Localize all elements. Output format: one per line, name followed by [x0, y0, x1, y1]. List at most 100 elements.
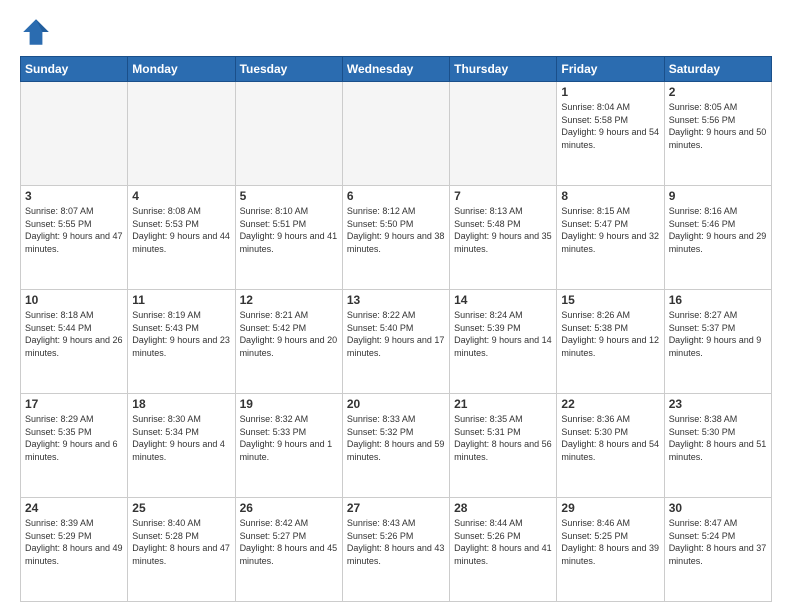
- day-cell: 28 Sunrise: 8:44 AM Sunset: 5:26 PM Dayli…: [450, 498, 557, 602]
- day-info: Sunrise: 8:39 AM Sunset: 5:29 PM Dayligh…: [25, 517, 123, 567]
- day-number: 16: [669, 293, 767, 307]
- day-number: 5: [240, 189, 338, 203]
- day-number: 26: [240, 501, 338, 515]
- day-cell: 16 Sunrise: 8:27 AM Sunset: 5:37 PM Dayli…: [664, 290, 771, 394]
- day-number: 28: [454, 501, 552, 515]
- day-cell: 2 Sunrise: 8:05 AM Sunset: 5:56 PM Daylig…: [664, 82, 771, 186]
- day-info: Sunrise: 8:36 AM Sunset: 5:30 PM Dayligh…: [561, 413, 659, 463]
- week-row-2: 10Sunrise: 8:18 AM Sunset: 5:44 PM Dayli…: [21, 290, 772, 394]
- day-cell: [235, 82, 342, 186]
- day-cell: [128, 82, 235, 186]
- day-number: 4: [132, 189, 230, 203]
- day-info: Sunrise: 8:42 AM Sunset: 5:27 PM Dayligh…: [240, 517, 338, 567]
- day-info: Sunrise: 8:46 AM Sunset: 5:25 PM Dayligh…: [561, 517, 659, 567]
- day-info: Sunrise: 8:24 AM Sunset: 5:39 PM Dayligh…: [454, 309, 552, 359]
- day-info: Sunrise: 8:16 AM Sunset: 5:46 PM Dayligh…: [669, 205, 767, 255]
- day-number: 23: [669, 397, 767, 411]
- day-info: Sunrise: 8:15 AM Sunset: 5:47 PM Dayligh…: [561, 205, 659, 255]
- day-info: Sunrise: 8:05 AM Sunset: 5:56 PM Dayligh…: [669, 101, 767, 151]
- day-info: Sunrise: 8:13 AM Sunset: 5:48 PM Dayligh…: [454, 205, 552, 255]
- day-number: 13: [347, 293, 445, 307]
- day-number: 14: [454, 293, 552, 307]
- day-number: 2: [669, 85, 767, 99]
- day-cell: 24 Sunrise: 8:39 AM Sunset: 5:29 PM Dayli…: [21, 498, 128, 602]
- day-number: 29: [561, 501, 659, 515]
- day-number: 30: [669, 501, 767, 515]
- weekday-header-monday: Monday: [128, 57, 235, 82]
- day-number: 25: [132, 501, 230, 515]
- day-number: 10: [25, 293, 123, 307]
- day-info: Sunrise: 8:35 AM Sunset: 5:31 PM Dayligh…: [454, 413, 552, 463]
- day-cell: 25 Sunrise: 8:40 AM Sunset: 5:28 PM Dayli…: [128, 498, 235, 602]
- day-number: 20: [347, 397, 445, 411]
- day-info: Sunrise: 8:21 AM Sunset: 5:42 PM Dayligh…: [240, 309, 338, 359]
- day-cell: 30Sunrise: 8:47 AM Sunset: 5:24 PM Dayli…: [664, 498, 771, 602]
- day-number: 27: [347, 501, 445, 515]
- day-cell: 13 Sunrise: 8:22 AM Sunset: 5:40 PM Dayli…: [342, 290, 449, 394]
- day-info: Sunrise: 8:22 AM Sunset: 5:40 PM Dayligh…: [347, 309, 445, 359]
- day-cell: [21, 82, 128, 186]
- day-number: 3: [25, 189, 123, 203]
- day-number: 15: [561, 293, 659, 307]
- day-info: Sunrise: 8:43 AM Sunset: 5:26 PM Dayligh…: [347, 517, 445, 567]
- day-cell: 18 Sunrise: 8:30 AM Sunset: 5:34 PM Dayli…: [128, 394, 235, 498]
- day-cell: 22 Sunrise: 8:36 AM Sunset: 5:30 PM Dayli…: [557, 394, 664, 498]
- day-info: Sunrise: 8:26 AM Sunset: 5:38 PM Dayligh…: [561, 309, 659, 359]
- weekday-header-thursday: Thursday: [450, 57, 557, 82]
- page: SundayMondayTuesdayWednesdayThursdayFrid…: [0, 0, 792, 612]
- day-number: 9: [669, 189, 767, 203]
- day-cell: 21 Sunrise: 8:35 AM Sunset: 5:31 PM Dayli…: [450, 394, 557, 498]
- day-number: 11: [132, 293, 230, 307]
- day-cell: 7 Sunrise: 8:13 AM Sunset: 5:48 PM Daylig…: [450, 186, 557, 290]
- day-number: 17: [25, 397, 123, 411]
- logo-icon: [20, 16, 52, 48]
- weekday-header-friday: Friday: [557, 57, 664, 82]
- day-number: 6: [347, 189, 445, 203]
- day-info: Sunrise: 8:12 AM Sunset: 5:50 PM Dayligh…: [347, 205, 445, 255]
- day-info: Sunrise: 8:04 AM Sunset: 5:58 PM Dayligh…: [561, 101, 659, 151]
- day-cell: [342, 82, 449, 186]
- day-info: Sunrise: 8:29 AM Sunset: 5:35 PM Dayligh…: [25, 413, 123, 463]
- weekday-header-sunday: Sunday: [21, 57, 128, 82]
- day-number: 24: [25, 501, 123, 515]
- week-row-3: 17 Sunrise: 8:29 AM Sunset: 5:35 PM Dayli…: [21, 394, 772, 498]
- day-cell: 15 Sunrise: 8:26 AM Sunset: 5:38 PM Dayli…: [557, 290, 664, 394]
- day-cell: 12Sunrise: 8:21 AM Sunset: 5:42 PM Dayli…: [235, 290, 342, 394]
- day-number: 18: [132, 397, 230, 411]
- day-cell: 26 Sunrise: 8:42 AM Sunset: 5:27 PM Dayli…: [235, 498, 342, 602]
- day-cell: 27 Sunrise: 8:43 AM Sunset: 5:26 PM Dayli…: [342, 498, 449, 602]
- day-info: Sunrise: 8:30 AM Sunset: 5:34 PM Dayligh…: [132, 413, 230, 463]
- day-number: 8: [561, 189, 659, 203]
- week-row-0: 1 Sunrise: 8:04 AM Sunset: 5:58 PM Daylig…: [21, 82, 772, 186]
- day-cell: 29 Sunrise: 8:46 AM Sunset: 5:25 PM Dayli…: [557, 498, 664, 602]
- calendar: SundayMondayTuesdayWednesdayThursdayFrid…: [20, 56, 772, 602]
- day-info: Sunrise: 8:19 AM Sunset: 5:43 PM Dayligh…: [132, 309, 230, 359]
- day-cell: 23Sunrise: 8:38 AM Sunset: 5:30 PM Dayli…: [664, 394, 771, 498]
- day-cell: 1 Sunrise: 8:04 AM Sunset: 5:58 PM Daylig…: [557, 82, 664, 186]
- day-cell: 14 Sunrise: 8:24 AM Sunset: 5:39 PM Dayli…: [450, 290, 557, 394]
- day-cell: 5 Sunrise: 8:10 AM Sunset: 5:51 PM Daylig…: [235, 186, 342, 290]
- day-cell: 20Sunrise: 8:33 AM Sunset: 5:32 PM Dayli…: [342, 394, 449, 498]
- day-info: Sunrise: 8:32 AM Sunset: 5:33 PM Dayligh…: [240, 413, 338, 463]
- weekday-header-tuesday: Tuesday: [235, 57, 342, 82]
- week-row-4: 24 Sunrise: 8:39 AM Sunset: 5:29 PM Dayli…: [21, 498, 772, 602]
- day-cell: 9 Sunrise: 8:16 AM Sunset: 5:46 PM Daylig…: [664, 186, 771, 290]
- day-info: Sunrise: 8:07 AM Sunset: 5:55 PM Dayligh…: [25, 205, 123, 255]
- day-cell: 4 Sunrise: 8:08 AM Sunset: 5:53 PM Daylig…: [128, 186, 235, 290]
- day-cell: 6 Sunrise: 8:12 AM Sunset: 5:50 PM Daylig…: [342, 186, 449, 290]
- day-info: Sunrise: 8:08 AM Sunset: 5:53 PM Dayligh…: [132, 205, 230, 255]
- day-number: 21: [454, 397, 552, 411]
- day-number: 19: [240, 397, 338, 411]
- day-cell: 10Sunrise: 8:18 AM Sunset: 5:44 PM Dayli…: [21, 290, 128, 394]
- day-number: 22: [561, 397, 659, 411]
- day-info: Sunrise: 8:10 AM Sunset: 5:51 PM Dayligh…: [240, 205, 338, 255]
- day-info: Sunrise: 8:27 AM Sunset: 5:37 PM Dayligh…: [669, 309, 767, 359]
- day-number: 7: [454, 189, 552, 203]
- day-cell: 19 Sunrise: 8:32 AM Sunset: 5:33 PM Dayli…: [235, 394, 342, 498]
- day-number: 1: [561, 85, 659, 99]
- week-row-1: 3 Sunrise: 8:07 AM Sunset: 5:55 PM Daylig…: [21, 186, 772, 290]
- day-info: Sunrise: 8:44 AM Sunset: 5:26 PM Dayligh…: [454, 517, 552, 567]
- weekday-header-saturday: Saturday: [664, 57, 771, 82]
- day-info: Sunrise: 8:40 AM Sunset: 5:28 PM Dayligh…: [132, 517, 230, 567]
- day-cell: 3 Sunrise: 8:07 AM Sunset: 5:55 PM Daylig…: [21, 186, 128, 290]
